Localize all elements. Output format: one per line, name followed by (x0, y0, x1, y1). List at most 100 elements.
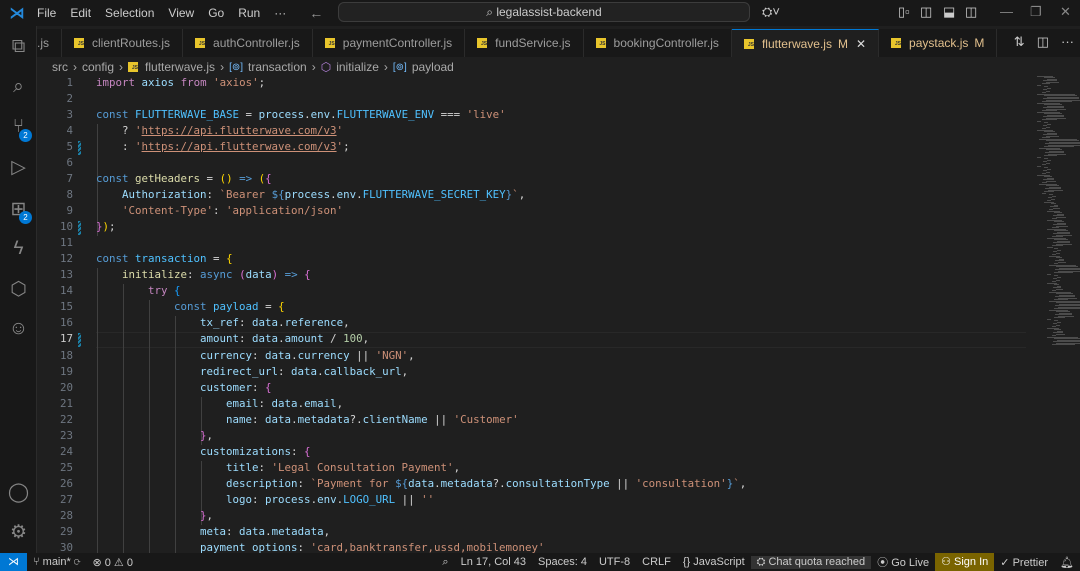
close-window-icon[interactable]: ✕ (1060, 4, 1071, 20)
toggle-panel-icon[interactable]: ⬓ (943, 4, 955, 20)
minimize-icon[interactable]: — (1000, 4, 1013, 19)
tab-js[interactable]: .js (37, 29, 62, 57)
indentation[interactable]: Spaces: 4 (532, 556, 593, 568)
minimap-line (1056, 322, 1061, 323)
command-center-search[interactable]: ⌕ legalassist-backend (338, 2, 750, 22)
toggle-secondary-sidebar-icon[interactable]: ◫ (965, 4, 977, 20)
toggle-sidebar-icon[interactable]: ◫ (920, 4, 932, 20)
code-line: logo: process.env.LOGO_URL || '' (96, 493, 434, 506)
code-token: '' (421, 492, 435, 506)
warning-count: 0 (126, 556, 133, 569)
method-icon: ⬡ (320, 60, 332, 74)
package-icon[interactable]: ⬡ (0, 278, 37, 301)
code-line: const transaction = { (96, 252, 233, 265)
menu-run[interactable]: Run (231, 6, 267, 20)
minimap-line (1054, 308, 1080, 309)
tab-flutterwave-js[interactable]: JS flutterwave.js M ✕ (731, 29, 880, 57)
minimap-line (1046, 127, 1050, 128)
minimap-line (1052, 215, 1065, 216)
minimap[interactable] (1037, 76, 1080, 376)
explorer-icon[interactable]: ⧉ (0, 36, 37, 58)
problems-indicator[interactable]: ⊗ 0 ⚠ 0 (86, 556, 139, 569)
prettier-status[interactable]: ✓ Prettier (994, 556, 1054, 569)
go-live-button[interactable]: ⦿ Go Live (871, 554, 935, 570)
customize-layout-icon[interactable]: ▯▫ (898, 4, 910, 20)
breadcrumb-config[interactable]: config (82, 60, 114, 74)
minimap-line (1042, 110, 1057, 111)
source-control-badge: 2 (19, 129, 32, 142)
encoding[interactable]: UTF-8 (593, 556, 636, 568)
code-token: data (252, 332, 279, 346)
breadcrumb-payload[interactable]: payload (412, 60, 454, 74)
tab-clientRoutes-js[interactable]: JS clientRoutes.js (62, 29, 184, 57)
language-mode[interactable]: {} JavaScript (677, 556, 751, 568)
menu-selection[interactable]: Selection (98, 6, 161, 20)
run-debug-icon[interactable]: ▷ (0, 156, 37, 179)
breadcrumb-file[interactable]: flutterwave.js (145, 60, 215, 74)
tab-authController-js[interactable]: JS authController.js (183, 29, 313, 57)
code-token: FLUTTERWAVE_BASE (135, 108, 240, 122)
modified-line-gutter[interactable] (78, 141, 81, 156)
menu-file[interactable]: File (30, 6, 63, 20)
cursor-position[interactable]: Ln 17, Col 43 (455, 556, 532, 568)
breadcrumb-src[interactable]: src (52, 60, 68, 74)
maximize-icon[interactable]: ❐ (1030, 4, 1042, 20)
breadcrumb-transaction[interactable]: transaction (248, 60, 307, 74)
line-number: 7 (66, 172, 73, 186)
minimap-line (1047, 169, 1051, 170)
code-token: title (226, 460, 259, 474)
copilot-icon[interactable]: ⛭˅ (762, 4, 780, 20)
tab-label: .js (37, 36, 49, 50)
minimap-line (1042, 182, 1047, 183)
tab-paystack-js[interactable]: JS paystack.js M (879, 29, 998, 57)
line-ending[interactable]: CRLF (636, 556, 677, 568)
back-arrow-icon[interactable]: ← (309, 5, 323, 21)
minimap-line (1044, 77, 1055, 78)
more-actions-icon[interactable]: ··· (1061, 34, 1074, 50)
minimap-line (1053, 230, 1069, 231)
code-token: tx_ref (200, 316, 240, 330)
code-line: try { (96, 284, 181, 297)
copilot-status[interactable]: ⛭ Chat quota reached (750, 555, 872, 569)
menu-view[interactable]: View (161, 6, 201, 20)
live-share-icon[interactable]: ☺ (0, 318, 37, 340)
settings-gear-icon[interactable]: ⚙ (0, 521, 37, 544)
zoom-icon[interactable]: ⌕ (436, 556, 454, 569)
tab-paymentController-js[interactable]: JS paymentController.js (313, 29, 466, 57)
search-view-icon[interactable]: ⌕ (0, 76, 37, 98)
menu-more[interactable]: ··· (267, 6, 293, 20)
minimap-line (1056, 311, 1071, 312)
menu-edit[interactable]: Edit (63, 6, 98, 20)
menu-go[interactable]: Go (201, 6, 231, 20)
editor-tabs: .js JS clientRoutes.js JS authController.js J… (37, 29, 1080, 57)
thunder-client-icon[interactable]: ϟ (0, 238, 37, 260)
code-token: https://api.flutterwave.com/v3 (141, 140, 337, 154)
code-token: : (297, 476, 311, 490)
notifications-icon[interactable]: 🔔︎ (1054, 556, 1080, 569)
modified-line-gutter[interactable] (78, 333, 81, 348)
compare-changes-icon[interactable]: ⇅ (1014, 34, 1025, 50)
code-editor[interactable]: 1 import axios from 'axios'; 2 3 const FLUTT… (37, 76, 1080, 553)
modified-line-gutter[interactable] (78, 221, 81, 236)
code-token: : (252, 492, 266, 506)
breadcrumb-initialize[interactable]: initialize (336, 60, 379, 74)
code-token: : (258, 396, 272, 410)
branch-indicator[interactable]: ⑂ main* ⟳ (27, 556, 86, 568)
line-number: 4 (66, 124, 73, 138)
minimap-line (1042, 92, 1046, 93)
remote-indicator-icon[interactable]: ⋊ (0, 553, 27, 571)
minimap-line (1043, 116, 1065, 117)
account-icon[interactable]: ◯ (0, 481, 37, 504)
line-number: 8 (66, 188, 73, 202)
tab-fundService-js[interactable]: JS fundService.js (465, 29, 584, 57)
code-token: 'consultation' (635, 476, 727, 490)
sign-in-button[interactable]: ⚇ Sign In (935, 553, 995, 571)
code-token: try (148, 284, 168, 298)
close-tab-icon[interactable]: ✕ (856, 37, 866, 51)
code-token: data (265, 348, 292, 362)
split-editor-icon[interactable]: ◫ (1037, 34, 1049, 50)
tab-bookingController-js[interactable]: JS bookingController.js (584, 29, 732, 57)
